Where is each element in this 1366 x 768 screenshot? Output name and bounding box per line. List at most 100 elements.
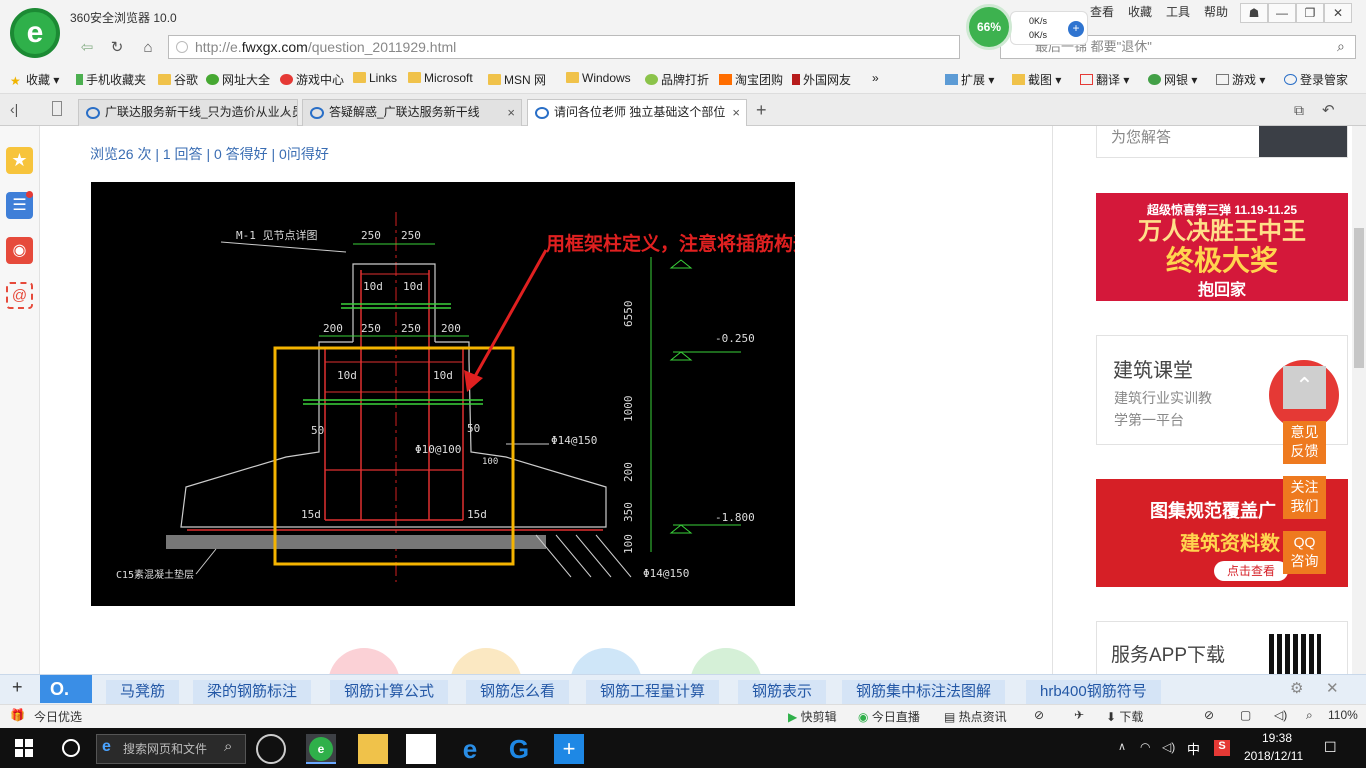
ie-mode-icon[interactable]: ⊘ — [1204, 708, 1214, 722]
undo-close-icon[interactable]: ↶ — [1322, 101, 1335, 119]
add-icon[interactable]: + — [1068, 21, 1084, 37]
speed-icon[interactable]: ⊘ — [1034, 708, 1044, 722]
bookmark-links[interactable]: Links — [353, 71, 397, 85]
bookmark-google[interactable]: 谷歌 — [158, 71, 198, 88]
glodon-icon[interactable]: G — [504, 734, 534, 764]
question-stats[interactable]: 浏览26 次 | 1 回答 | 0 答得好 | 0问得好 — [90, 144, 329, 164]
search-icon[interactable]: ⌕ — [224, 738, 232, 755]
tab-qa[interactable]: 答疑解惑_广联达服务新干线 × — [302, 99, 522, 126]
mail-icon[interactable]: @ — [6, 282, 33, 309]
bookmark-msn[interactable]: MSN 网 — [488, 71, 546, 88]
ime-indicator[interactable]: 中 — [1187, 739, 1200, 758]
url-input[interactable]: http://e.fwxgx.com/question_2011929.html — [168, 35, 960, 59]
follow-us-button[interactable]: 关注我们 — [1283, 476, 1326, 519]
refresh-icon[interactable]: ↻ — [106, 38, 128, 58]
scrollbar-thumb[interactable] — [1354, 228, 1364, 368]
restore-tab-icon[interactable]: ⧉ — [1294, 102, 1304, 119]
bookmark-games[interactable]: 游戏中心 — [280, 71, 344, 88]
settings-gear-icon[interactable]: ⚙ — [1290, 679, 1303, 697]
favorites-star-icon[interactable]: ★ — [6, 147, 33, 174]
add-icon[interactable]: + — [12, 677, 23, 698]
bookmark-microsoft[interactable]: Microsoft — [408, 71, 473, 85]
close-button[interactable]: ✕ — [1324, 3, 1352, 23]
expert-banner[interactable]: 为您解答 — [1096, 126, 1348, 158]
notification-center-icon[interactable]: ☐ — [1324, 739, 1337, 756]
wifi-icon[interactable]: ◠ — [1140, 740, 1150, 754]
sogou-ime-icon[interactable]: S — [1214, 740, 1230, 756]
hotword-8[interactable]: hrb400钢筋符号 — [1026, 680, 1161, 704]
cortana-icon[interactable] — [62, 739, 80, 757]
search-logo-icon[interactable]: O. — [40, 675, 92, 703]
back-to-top-icon[interactable]: ⌃ — [1283, 366, 1326, 409]
bookmark-mobile[interactable]: 手机收藏夹 — [76, 71, 146, 88]
windows-start-icon[interactable] — [15, 739, 33, 757]
app-download[interactable]: 服务APP下载 — [1096, 621, 1348, 681]
ext-bank[interactable]: 网银 ▾ — [1148, 71, 1197, 88]
hotword-2[interactable]: 梁的钢筋标注 — [193, 680, 312, 704]
download[interactable]: ⬇ 下载 — [1106, 708, 1143, 725]
bookmark-more[interactable]: » — [872, 71, 879, 85]
skin-icon[interactable]: ☗ — [1240, 3, 1268, 23]
taskbar-360-active[interactable]: e — [306, 734, 336, 764]
tab-question-active[interactable]: 请问各位老师 独立基础这个部位 × — [527, 99, 747, 127]
clock-time[interactable]: 19:38 — [1262, 731, 1292, 745]
ext-extend[interactable]: 扩展 ▾ — [945, 71, 994, 88]
performance-ball[interactable]: 66% — [966, 4, 1012, 50]
hot-news[interactable]: ▤ 热点资讯 — [944, 708, 1007, 725]
atlas-view-button[interactable]: 点击查看 — [1214, 561, 1288, 581]
bookmark-foreign[interactable]: 外国网友 — [792, 71, 851, 88]
mobile-icon[interactable] — [52, 101, 62, 116]
zoom-level[interactable]: 110% — [1328, 708, 1358, 722]
bookmark-brand[interactable]: 品牌打折 — [645, 71, 709, 88]
menu-favorites[interactable]: 收藏 — [1128, 3, 1152, 20]
hotword-6[interactable]: 钢筋表示 — [738, 680, 827, 704]
menu-view[interactable]: 查看 — [1090, 3, 1114, 20]
ext-games[interactable]: 游戏 ▾ — [1216, 71, 1265, 88]
ext-translate[interactable]: 翻译 ▾ — [1080, 71, 1129, 88]
hotword-7[interactable]: 钢筋集中标注法图解 — [842, 680, 1006, 704]
tab-list-back-icon[interactable]: ‹| — [10, 101, 18, 117]
minimize-button[interactable]: — — [1268, 3, 1296, 23]
window-icon[interactable]: ▢ — [1240, 708, 1251, 722]
back-icon[interactable]: ⇦ — [76, 38, 98, 58]
file-explorer-icon[interactable] — [358, 734, 388, 764]
maximize-button[interactable]: ❐ — [1296, 3, 1324, 23]
app-plus-icon[interactable]: + — [554, 734, 584, 764]
quick-clip[interactable]: ▶ 快剪辑 — [788, 708, 837, 725]
volume-icon[interactable]: ◁) — [1162, 740, 1175, 754]
tools-icon[interactable]: ✈ — [1074, 708, 1084, 722]
live-today[interactable]: ◉ 今日直播 — [858, 708, 920, 725]
hotword-3[interactable]: 钢筋计算公式 — [330, 680, 449, 704]
volume-icon[interactable]: ◁) — [1274, 708, 1287, 722]
hotword-4[interactable]: 钢筋怎么看 — [466, 680, 570, 704]
browser-logo-icon[interactable]: e — [10, 8, 60, 58]
close-icon[interactable]: ✕ — [1326, 679, 1339, 697]
notification-dot — [26, 191, 33, 198]
ext-screenshot[interactable]: 截图 ▾ — [1012, 71, 1061, 88]
bookmark-windows[interactable]: Windows — [566, 71, 631, 85]
feedback-button[interactable]: 意见反馈 — [1283, 421, 1326, 464]
zoom-icon[interactable]: ⌕ — [1306, 708, 1313, 723]
promo-ad-banner[interactable]: 超级惊喜第三弹 11.19-11.25 万人决胜王中王 终极大奖 抱回家 — [1096, 193, 1348, 301]
mail-app-icon[interactable] — [406, 734, 436, 764]
edge-icon[interactable]: e — [455, 734, 485, 764]
scrollbar[interactable] — [1352, 126, 1366, 674]
bookmark-taobao[interactable]: 淘宝团购 — [719, 71, 783, 88]
home-icon[interactable]: ⌂ — [137, 38, 159, 58]
menu-tools[interactable]: 工具 — [1166, 3, 1190, 20]
tray-up-icon[interactable]: ∧ — [1118, 740, 1126, 753]
weibo-icon[interactable]: ◉ — [6, 237, 33, 264]
hotword-1[interactable]: 马凳筋 — [106, 680, 180, 704]
qq-consult-button[interactable]: QQ咨询 — [1283, 531, 1326, 574]
bookmark-favorites[interactable]: ★ 收藏 ▾ — [10, 71, 59, 88]
search-icon[interactable]: ⌕ — [1337, 38, 1345, 55]
hotword-5[interactable]: 钢筋工程量计算 — [586, 680, 720, 704]
tab-glodon-home[interactable]: 广联达服务新干线_只为造价从业人员 × — [78, 99, 298, 126]
ext-login-manager[interactable]: 登录管家 — [1284, 71, 1348, 88]
today-picks[interactable]: 今日优选 — [34, 708, 82, 725]
menu-help[interactable]: 帮助 — [1204, 3, 1228, 20]
clock-date[interactable]: 2018/12/11 — [1244, 749, 1303, 763]
new-tab-button[interactable]: + — [756, 100, 767, 121]
bookmark-hao[interactable]: 网址大全 — [206, 71, 270, 88]
360-browser-icon[interactable] — [256, 734, 286, 764]
